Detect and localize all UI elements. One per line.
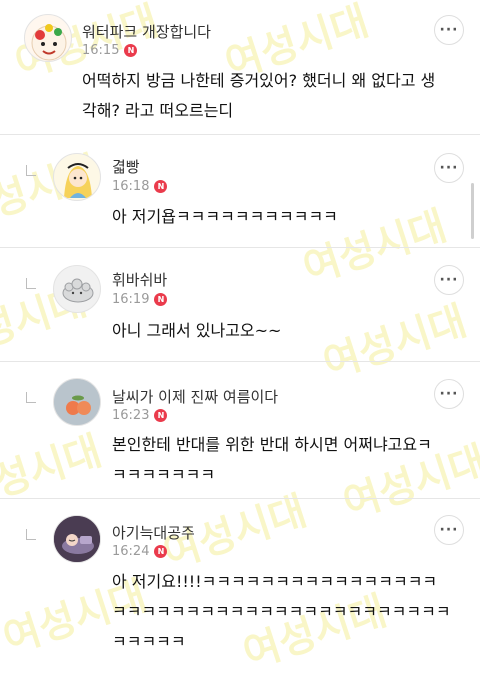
- comment-time: 16:23: [112, 408, 150, 423]
- more-options-button[interactable]: ···: [434, 153, 464, 183]
- comment-item: 날씨가 이제 진짜 여름이다 16:23 N ··· 본인한테 반대를 위한 반…: [0, 362, 480, 498]
- more-options-button[interactable]: ···: [434, 379, 464, 409]
- more-options-button[interactable]: ···: [434, 515, 464, 545]
- cream-character-icon: [31, 24, 67, 61]
- reply-arrow-icon: [26, 529, 36, 540]
- comment-time: 16:24: [112, 544, 150, 559]
- alice-girl-icon: [64, 163, 92, 198]
- comment-meta: 16:15 N: [82, 43, 138, 58]
- avatar[interactable]: [53, 378, 101, 426]
- comment-author[interactable]: 워터파크 개장합니다: [82, 21, 211, 42]
- comment-time: 16:18: [112, 179, 150, 194]
- comment-item: 워터파크 개장합니다 16:15 N ··· 어떡하지 방금 나한테 증거있어?…: [0, 0, 480, 134]
- comment-author[interactable]: 아기늑대공주: [112, 522, 195, 543]
- comment-item: 아기늑대공주 16:24 N ··· 아 저기요!!!!ㅋㅋㅋㅋㅋㅋㅋㅋㅋㅋㅋㅋ…: [0, 499, 480, 662]
- comment-meta: 16:18 N: [112, 179, 168, 194]
- avatar[interactable]: [53, 153, 101, 201]
- more-options-button[interactable]: ···: [434, 265, 464, 295]
- sleeping-character-icon: [54, 516, 100, 562]
- comment-time: 16:15: [82, 43, 120, 58]
- comment-time: 16:19: [112, 292, 150, 307]
- comment-text: 아 저기요!!!!ㅋㅋㅋㅋㅋㅋㅋㅋㅋㅋㅋㅋㅋㅋㅋㅋ ㅋㅋㅋㅋㅋㅋㅋㅋㅋㅋㅋㅋㅋㅋ…: [112, 572, 451, 651]
- peach-fruit-icon: [54, 379, 100, 425]
- avatar[interactable]: [24, 14, 72, 62]
- comment-text: 본인한테 반대를 위한 반대 하시면 어쩌냐고요ㅋ ㅋㅋㅋㅋㅋㅋㅋ: [112, 435, 432, 484]
- avatar[interactable]: [53, 265, 101, 313]
- new-badge: N: [154, 180, 168, 193]
- new-badge: N: [124, 44, 138, 57]
- reply-arrow-icon: [26, 392, 36, 403]
- avatar[interactable]: [53, 515, 101, 563]
- reply-arrow-icon: [26, 278, 36, 289]
- new-badge: N: [154, 293, 168, 306]
- comment-item: 겳빵 16:18 N ··· 아 저기욥ㅋㅋㅋㅋㅋㅋㅋㅋㅋㅋㅋ: [0, 135, 480, 247]
- more-options-button[interactable]: ···: [434, 15, 464, 45]
- comment-meta: 16:23 N: [112, 408, 168, 423]
- scrollbar[interactable]: [471, 183, 474, 239]
- comment-text: 아니 그래서 있나고오~~: [112, 321, 282, 340]
- comment-author[interactable]: 겳빵: [112, 156, 140, 177]
- comment-meta: 16:24 N: [112, 544, 168, 559]
- new-badge: N: [154, 545, 168, 558]
- comment-text: 어떡하지 방금 나한테 증거있어? 했더니 왜 없다고 생 각해? 라고 떠오르…: [82, 71, 436, 120]
- comment-item: 휘바쉬바 16:19 N ··· 아니 그래서 있나고오~~: [0, 248, 480, 361]
- cloud-creature-icon: [62, 278, 94, 303]
- comment-meta: 16:19 N: [112, 292, 168, 307]
- new-badge: N: [154, 409, 168, 422]
- reply-arrow-icon: [26, 165, 36, 176]
- comment-author[interactable]: 휘바쉬바: [112, 269, 167, 290]
- comment-author[interactable]: 날씨가 이제 진짜 여름이다: [112, 386, 278, 407]
- comment-text: 아 저기욥ㅋㅋㅋㅋㅋㅋㅋㅋㅋㅋㅋ: [112, 207, 338, 226]
